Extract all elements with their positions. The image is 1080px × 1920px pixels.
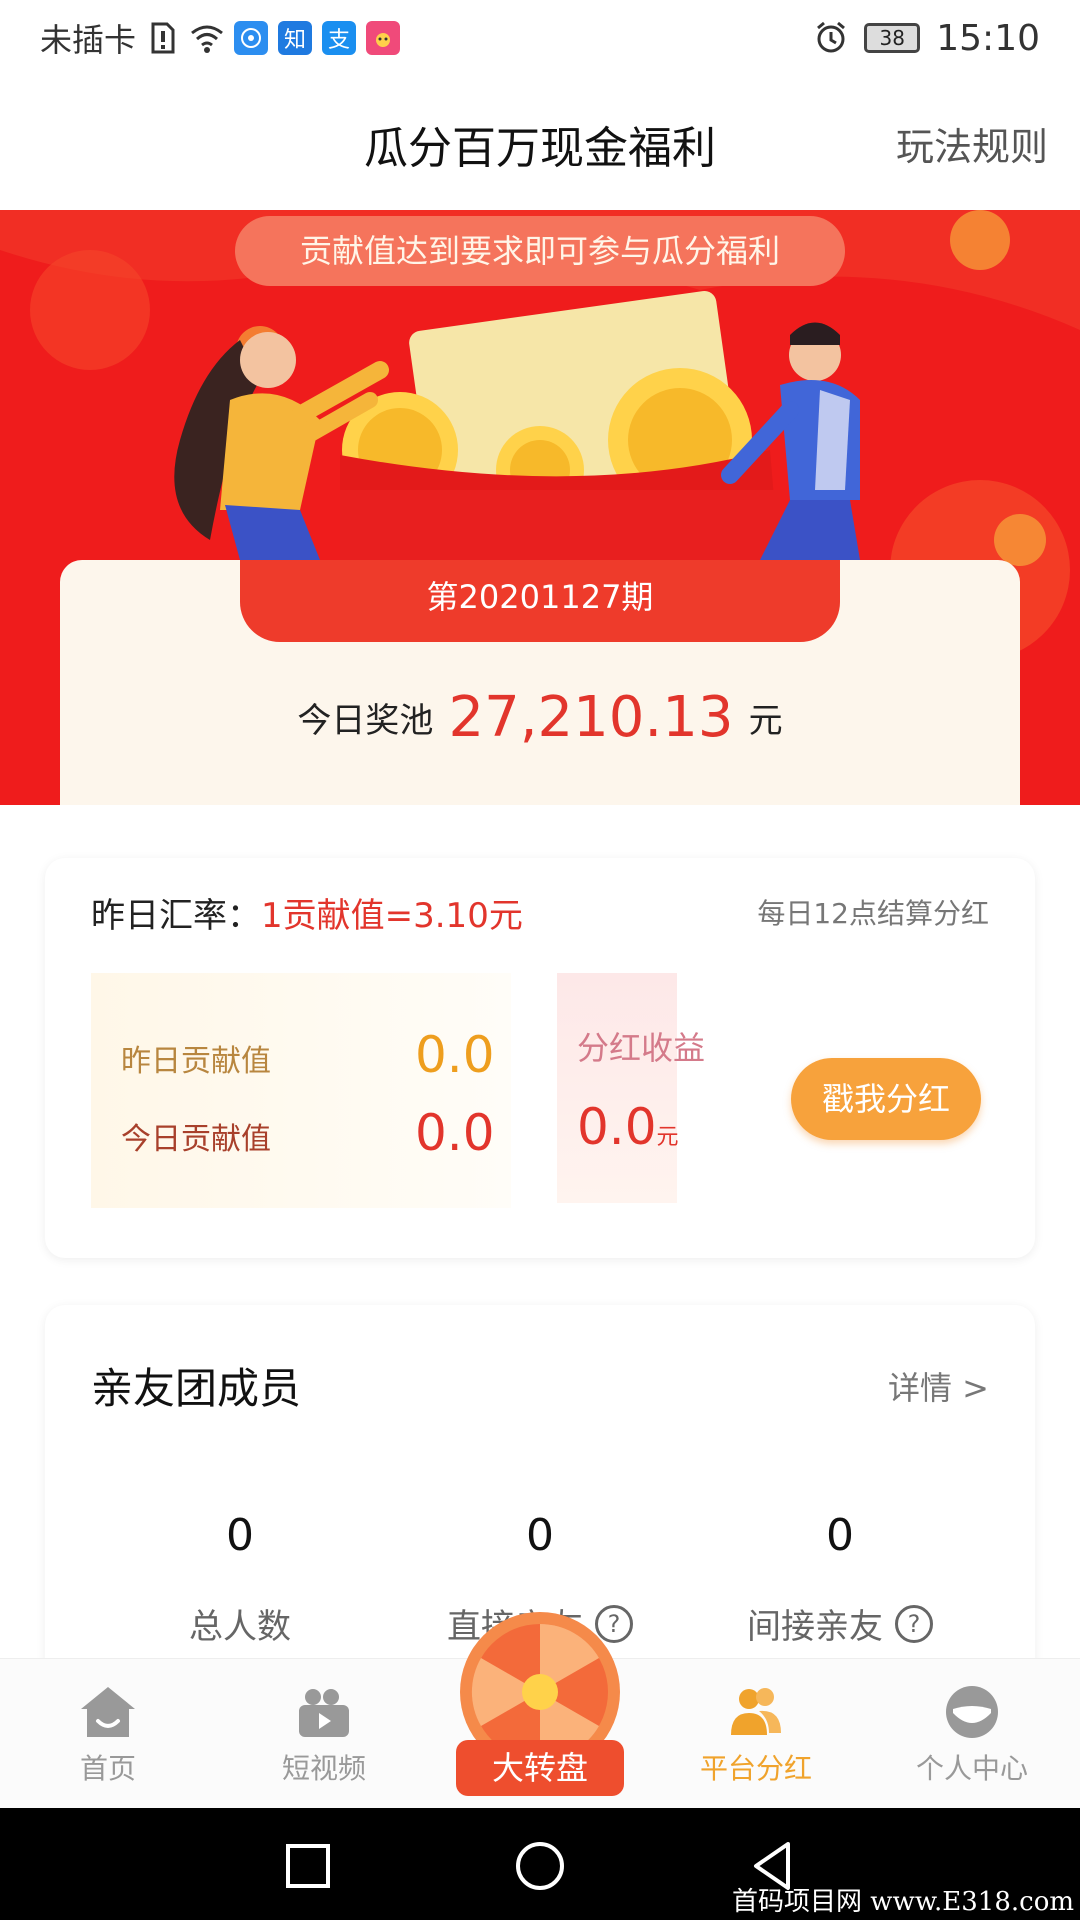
recent-apps-icon[interactable] [278, 1836, 338, 1896]
bonus-value: 0.0元 [577, 1098, 679, 1156]
stat-indirect: 0 间接亲友? [675, 1510, 1005, 1648]
baidu-app-icon [234, 21, 269, 55]
tab-short-video-label: 短视频 [281, 1752, 366, 1785]
team-detail-link[interactable]: 详情 > [888, 1363, 989, 1409]
status-bar: 未插卡 知 支 38 15:10 [0, 0, 1080, 76]
page-header: 瓜分百万现金福利 玩法规则 [0, 76, 1080, 210]
help-icon[interactable]: ? [895, 1604, 933, 1643]
banner-note: 贡献值达到要求即可参与瓜分福利 [235, 216, 845, 286]
prize-pool: 今日奖池 27,210.13 元 [0, 685, 1080, 750]
clock: 15:10 [936, 17, 1040, 59]
stat-indirect-label: 间接亲友 [747, 1607, 883, 1647]
bonus-panel [557, 973, 677, 1203]
pool-amount: 27,210.13 [448, 685, 734, 750]
bonus-unit: 元 [656, 1125, 679, 1150]
profile-icon [946, 1686, 998, 1738]
video-camera-icon [299, 1689, 349, 1737]
today-contribution-value: 0.0 [415, 1104, 495, 1162]
dividend-card: 昨日汇率：1贡献值=3.10元 每日12点结算分红 昨日贡献值 今日贡献值 0.… [45, 858, 1035, 1258]
alipay-app-icon: 支 [322, 21, 357, 55]
alarm-icon [814, 21, 848, 55]
stat-total: 0 总人数 [75, 1510, 405, 1648]
claim-dividend-button[interactable]: 戳我分红 [791, 1058, 981, 1140]
zhihu-app-icon: 知 [278, 21, 313, 55]
tab-platform-dividend-label: 平台分红 [699, 1752, 812, 1785]
stat-direct-value: 0 [526, 1510, 554, 1561]
pool-unit: 元 [748, 701, 783, 741]
yesterday-contribution-label: 昨日贡献值 [121, 1044, 271, 1079]
pool-label: 今日奖池 [297, 701, 434, 741]
users-icon [731, 1688, 781, 1735]
team-title: 亲友团成员 [91, 1364, 302, 1413]
bonus-amount: 0.0 [577, 1098, 657, 1156]
bonus-label: 分红收益 [577, 1029, 706, 1067]
rate-label: 昨日汇率： [91, 896, 261, 936]
yesterday-contribution-value: 0.0 [415, 1026, 495, 1084]
tab-home-label: 首页 [79, 1752, 136, 1785]
tab-short-video[interactable]: 短视频 [216, 1659, 432, 1809]
tab-home[interactable]: 首页 [0, 1659, 216, 1809]
sim-alert-icon [146, 21, 180, 55]
rate-value: 1贡献值=3.10元 [261, 896, 523, 936]
watermark: 首码项目网 www.E318.com [732, 1887, 1074, 1917]
tab-profile[interactable]: 个人中心 [864, 1659, 1080, 1809]
today-contribution-label: 今日贡献值 [121, 1122, 271, 1157]
game-app-icon [366, 21, 401, 55]
system-nav-bar: 首码项目网 www.E318.com [0, 1808, 1080, 1920]
period-label: 第20201127期 [240, 560, 840, 642]
battery-indicator: 38 [864, 23, 921, 53]
contribution-panel [91, 973, 511, 1208]
home-nav-icon[interactable] [510, 1836, 570, 1896]
tab-lucky-wheel-label[interactable]: 大转盘 [456, 1740, 624, 1796]
stat-total-value: 0 [226, 1510, 254, 1561]
tab-platform-dividend[interactable]: 平台分红 [648, 1659, 864, 1809]
tab-profile-label: 个人中心 [915, 1752, 1028, 1785]
carrier-text: 未插卡 [40, 21, 137, 59]
rules-link[interactable]: 玩法规则 [896, 116, 1048, 171]
home-icon [81, 1687, 135, 1737]
stat-indirect-value: 0 [826, 1510, 854, 1561]
exchange-rate: 昨日汇率：1贡献值=3.10元 [91, 888, 523, 937]
settle-note: 每日12点结算分红 [757, 897, 989, 930]
stat-total-label: 总人数 [189, 1607, 291, 1647]
wifi-icon [190, 21, 224, 55]
